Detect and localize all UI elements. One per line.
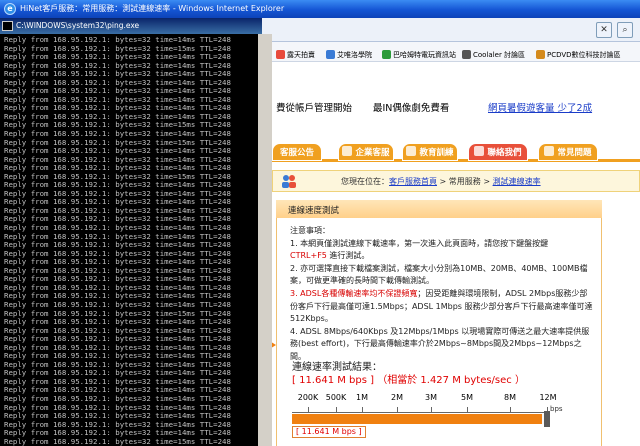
note-2: 2. 亦可選擇直接下載檔案測試，檔案大小分別為10MB、20MB、40MB、10… [290,263,588,286]
favorite-site-icon [462,50,471,59]
scale-tick [510,407,511,413]
tab-label: 常見問題 [557,148,592,158]
scale-tick [336,407,337,413]
cmd-icon [2,21,13,31]
stop-icon[interactable]: ✕ [596,22,612,38]
speed-scale-labels: 200K 500K 1M 2M 3M 5M 8M 12M [290,393,570,403]
console-titlebar: C:\WINDOWS\system32\ping.exe [0,18,262,34]
ie-titlebar: e HiNet客戶服務：常用服務：測試連線速率 - Windows Intern… [0,0,640,18]
breadcrumb: 您現在位在：客戶服務首頁 > 常用服務 > 測試連線速率 [341,176,541,187]
tab-label: 教育訓練 [419,148,454,158]
favorite-label: Coolaler 討論區 [473,51,526,59]
favorite-link-0[interactable]: 露天拍賣 [276,50,315,64]
search-icon[interactable]: ⌕ [617,22,633,38]
scale-tick [431,407,432,413]
breadcrumb-current-link[interactable]: 測試連線速率 [493,177,541,186]
note-1: 1. 本網頁僅測試連線下載速率，第一次進入此頁面時，請您按下鍵盤按鍵 CTRL+F… [290,238,595,263]
console-output: Reply from 168.95.192.1: bytes=32 time=1… [4,36,256,446]
tab-enterprise[interactable]: 企業客服 [338,143,394,161]
scale-label: 2M [391,393,403,402]
scale-label: 1M [356,393,368,402]
people-icon [282,175,296,188]
scale-label: 8M [504,393,516,402]
notes-section: 注意事項： 1. 本網頁僅測試連線下載速率，第一次進入此頁面時，請您按下鍵盤按鍵… [290,225,595,364]
scale-label: 200K [297,393,319,402]
result-value: [ 11.641 M bps ] （相當於 1.427 M bytes/sec … [292,375,525,386]
tab-training[interactable]: 教育訓練 [402,143,458,161]
scale-unit: bps [550,405,563,413]
console-title: C:\WINDOWS\system32\ping.exe [16,21,140,30]
scale-label: 12M [539,393,557,402]
tab-label: 企業客服 [355,148,390,158]
breadcrumb-home-link[interactable]: 客戶服務首頁 [389,177,437,186]
favorite-link-1[interactable]: 艾唯洛學院 [326,50,372,64]
tab-faq[interactable]: 常見問題 [538,143,598,161]
book-icon [406,146,417,156]
speed-bar-track [292,414,546,424]
console-scrollbar[interactable] [262,34,272,446]
panel-title: 連線速度測試 [288,206,340,216]
promo-line: 費從帳戶管理開始 最IN偶像劇免費看 [276,100,449,114]
favorite-label: 艾唯洛學院 [337,51,372,59]
building-icon [342,146,353,156]
console-line: Reply from 168.95.192.1: bytes=32 time=1… [4,436,231,446]
note-3-warning: 3. ADSL各種傳輸速率均不保證頻寬 [290,288,418,298]
scale-label: 5M [461,393,473,402]
tab-label: 客服公告 [279,148,314,158]
ie-window-title: HiNet客戶服務：常用服務：測試連線速率 - Windows Internet… [20,4,285,13]
favorite-link-2[interactable]: 巴哈姆特電玩資訊站 [382,50,456,64]
scale-label: 3M [425,393,437,402]
speed-bar-fill [292,414,543,424]
scale-tick [308,407,309,413]
scale-tick [397,407,398,413]
speed-bar-end-cap [544,411,550,427]
note-1-text: 1. 本網頁僅測試連線下載速率，第一次進入此頁面時，請您按下鍵盤按鍵 [290,238,549,248]
ie-logo-icon: e [4,3,16,15]
note-1-tail: 進行測試。 [326,251,370,261]
promo-text-account[interactable]: 費從帳戶管理開始 [276,103,352,114]
scale-label: 500K [325,393,347,402]
note-1-key: CTRL+F5 [290,251,327,261]
scale-tick [362,407,363,413]
favorite-link-4[interactable]: PCDVD數位科技討論區 [536,50,621,64]
favorite-link-3[interactable]: Coolaler 討論區 [462,50,525,64]
favorite-label: 露天拍賣 [287,51,315,59]
favorite-label: PCDVD數位科技討論區 [547,51,621,59]
favorite-site-icon [382,50,391,59]
breadcrumb-bar: 您現在位在：客戶服務首頁 > 常用服務 > 測試連線速率 [272,170,640,192]
panel-header: 連線速度測試 [276,200,602,218]
question-icon [544,146,555,156]
breadcrumb-middle: > 常用服務 > [437,177,493,186]
tab-announcements[interactable]: 客服公告 [272,143,322,161]
tab-contact[interactable]: 聯絡我們 [468,143,528,161]
note-3: 3. ADSL各種傳輸速率均不保證頻寬；因受距離與環境限制，ADSL 2Mbps… [290,288,595,326]
phone-icon [474,146,485,156]
favorite-site-icon [536,50,545,59]
favorite-label: 巴哈姆特電玩資訊站 [393,51,456,59]
scale-tick [467,407,468,413]
tab-label: 聯絡我們 [487,148,522,158]
favorite-site-icon [276,50,285,59]
breadcrumb-prefix: 您現在位在： [341,177,389,186]
favorite-site-icon [326,50,335,59]
promo-text-drama[interactable]: 最IN偶像劇免費看 [373,100,449,114]
promo-link[interactable]: 網頁暑假遊客量 少了2成 [488,100,592,114]
speed-readout: [ 11.641 M bps ] [292,426,366,438]
notes-heading: 注意事項： [290,226,330,235]
site-nav-tabs: 客服公告 企業客服 教育訓練 聯絡我們 常見問題 [262,140,640,162]
speed-scale-axis [292,405,548,413]
